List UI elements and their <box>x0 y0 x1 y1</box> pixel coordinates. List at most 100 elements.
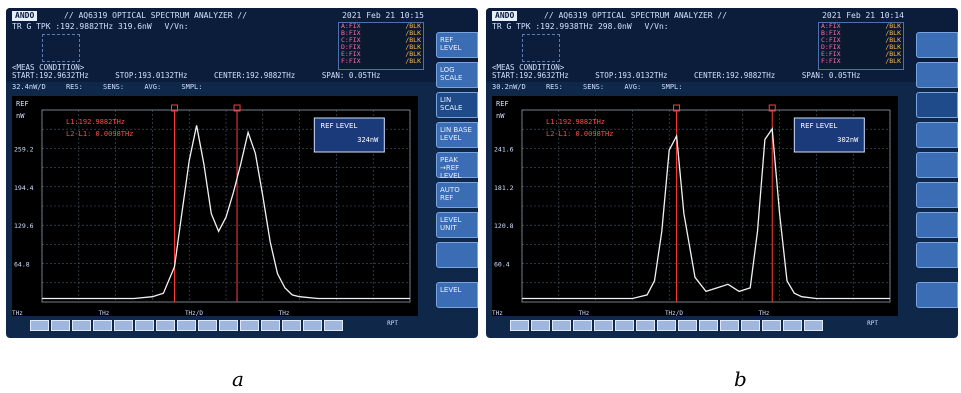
fn-button[interactable] <box>636 320 655 331</box>
start-freq: START:192.9632THz <box>12 71 89 80</box>
softkey-7[interactable] <box>916 212 958 238</box>
instrument-title: // AQ6319 OPTICAL SPECTRUM ANALYZER // <box>544 11 728 20</box>
fn-button[interactable] <box>657 320 676 331</box>
trace-info: TR G TPK :192.9882THz 319.6nW V/Vn: <box>12 22 197 32</box>
function-buttons <box>510 320 823 331</box>
softkey-5[interactable] <box>916 152 958 178</box>
repeat-label: RPT <box>867 320 878 327</box>
ref-level-title: REF LEVEL <box>320 122 357 130</box>
softkey-column: REF LEVEL LOG SCALE LIN SCALE LIN BASE L… <box>430 32 478 318</box>
softkey-level[interactable]: LEVEL <box>436 282 478 308</box>
fn-button[interactable] <box>510 320 529 331</box>
fn-button[interactable] <box>783 320 802 331</box>
scale-row: 32.4nW/D RES: SENS: AVG: SMPL: <box>12 83 418 94</box>
fn-button[interactable] <box>261 320 280 331</box>
softkey-auto-ref[interactable]: AUTO REF <box>436 182 478 208</box>
bottom-bar: THz THz THz/D THz RPT <box>492 310 898 334</box>
fn-button[interactable] <box>177 320 196 331</box>
fn-button[interactable] <box>282 320 301 331</box>
softkey-level-unit[interactable]: LEVEL UNIT <box>436 212 478 238</box>
ref-label: REF <box>496 100 509 108</box>
fn-button[interactable] <box>303 320 322 331</box>
fn-button[interactable] <box>741 320 760 331</box>
avg-label: AVG: <box>144 83 162 91</box>
avg-label: AVG: <box>624 83 642 91</box>
softkey-blank[interactable] <box>436 242 478 268</box>
softkey-8[interactable] <box>916 242 958 268</box>
fn-button[interactable] <box>762 320 781 331</box>
softkey-4[interactable] <box>916 122 958 148</box>
function-buttons <box>30 320 343 331</box>
scale-row: 30.2nW/D RES: SENS: AVG: SMPL: <box>492 83 898 94</box>
fn-button[interactable] <box>219 320 238 331</box>
center-freq: CENTER:192.9882THz <box>214 71 296 80</box>
unit-2: THz <box>98 310 110 317</box>
softkey-6[interactable] <box>916 182 958 208</box>
fn-button[interactable] <box>198 320 217 331</box>
softkey-lin-scale[interactable]: LIN SCALE <box>436 92 478 118</box>
softkey-3[interactable] <box>916 92 958 118</box>
res-label: RES: <box>545 83 563 91</box>
ref-level-title: REF LEVEL <box>800 122 837 130</box>
fn-button[interactable] <box>615 320 634 331</box>
softkey-2[interactable] <box>916 62 958 88</box>
spectrum-display: REF nW 259.2 194.4 129.6 64.8 L1:192.9882THz L2… <box>12 96 418 316</box>
fn-button[interactable] <box>324 320 343 331</box>
fn-button[interactable] <box>720 320 739 331</box>
y-tick-label: 60.4 <box>494 261 510 269</box>
marker-delta-text: L2-L1: 0.0098THz <box>66 130 133 138</box>
span-freq: SPAN: 0.05THz <box>321 71 381 80</box>
softkey-lin-base-level[interactable]: LIN BASE LEVEL <box>436 122 478 148</box>
fn-button[interactable] <box>30 320 49 331</box>
trace-f-state: /BLK <box>405 57 421 65</box>
y-tick-label: 241.6 <box>494 145 514 153</box>
trace-status-box: A:FIX/BLK B:FIX/BLK C:FIX/BLK D:FIX/BLK … <box>338 22 424 70</box>
marker-l1-text: L1:192.9882THz <box>546 118 605 126</box>
fn-button[interactable] <box>594 320 613 331</box>
res-label: RES: <box>65 83 83 91</box>
fn-button[interactable] <box>531 320 550 331</box>
header: ANDO // AQ6319 OPTICAL SPECTRUM ANALYZER… <box>486 8 958 82</box>
stop-freq: STOP:193.0132THz <box>115 71 188 80</box>
vertical-scale: 32.4nW/D <box>12 83 46 91</box>
fn-button[interactable] <box>51 320 70 331</box>
unit-row: THz THz THz/D THz <box>12 310 361 317</box>
span-freq: SPAN: 0.05THz <box>801 71 861 80</box>
datetime: 2021 Feb 21 10:15 <box>342 11 424 20</box>
trace-list-box <box>42 34 80 62</box>
ref-level-value: 302nW <box>837 136 859 144</box>
fn-button[interactable] <box>93 320 112 331</box>
bottom-bar: THz THz THz/D THz RPT <box>12 310 418 334</box>
trace-status-box: A:FIX/BLK B:FIX/BLK C:FIX/BLK D:FIX/BLK … <box>818 22 904 70</box>
fn-button[interactable] <box>552 320 571 331</box>
fn-button[interactable] <box>240 320 259 331</box>
fn-button[interactable] <box>72 320 91 331</box>
trace-ratio: V/Vn: <box>644 22 669 31</box>
fn-button[interactable] <box>804 320 823 331</box>
unit-4: THz <box>758 310 770 317</box>
softkey-log-scale[interactable]: LOG SCALE <box>436 62 478 88</box>
instrument-title: // AQ6319 OPTICAL SPECTRUM ANALYZER // <box>64 11 248 20</box>
fn-button[interactable] <box>135 320 154 331</box>
fn-button[interactable] <box>699 320 718 331</box>
fn-button[interactable] <box>573 320 592 331</box>
fn-button[interactable] <box>156 320 175 331</box>
softkey-9[interactable] <box>916 282 958 308</box>
fn-button[interactable] <box>114 320 133 331</box>
osa-screen-a: ANDO // AQ6319 OPTICAL SPECTRUM ANALYZER… <box>6 8 478 338</box>
vertical-scale: 30.2nW/D <box>492 83 526 91</box>
softkey-ref-level[interactable]: REF LEVEL <box>436 32 478 58</box>
y-tick-label: 129.6 <box>14 222 34 230</box>
sens-label: SENS: <box>583 83 605 91</box>
brand-logo: ANDO <box>492 11 518 21</box>
smpl-label: SMPL: <box>661 83 683 91</box>
softkey-column <box>910 32 958 318</box>
fn-button[interactable] <box>678 320 697 331</box>
softkey-1[interactable] <box>916 32 958 58</box>
trace-info: TR G TPK :192.9938THz 298.0nW V/Vn: <box>492 22 677 32</box>
trace-list-box <box>522 34 560 62</box>
sens-label: SENS: <box>103 83 125 91</box>
repeat-label: RPT <box>387 320 398 327</box>
unit-3: THz/D <box>184 310 203 317</box>
softkey-peak-ref[interactable]: PEAK →REF LEVEL <box>436 152 478 180</box>
